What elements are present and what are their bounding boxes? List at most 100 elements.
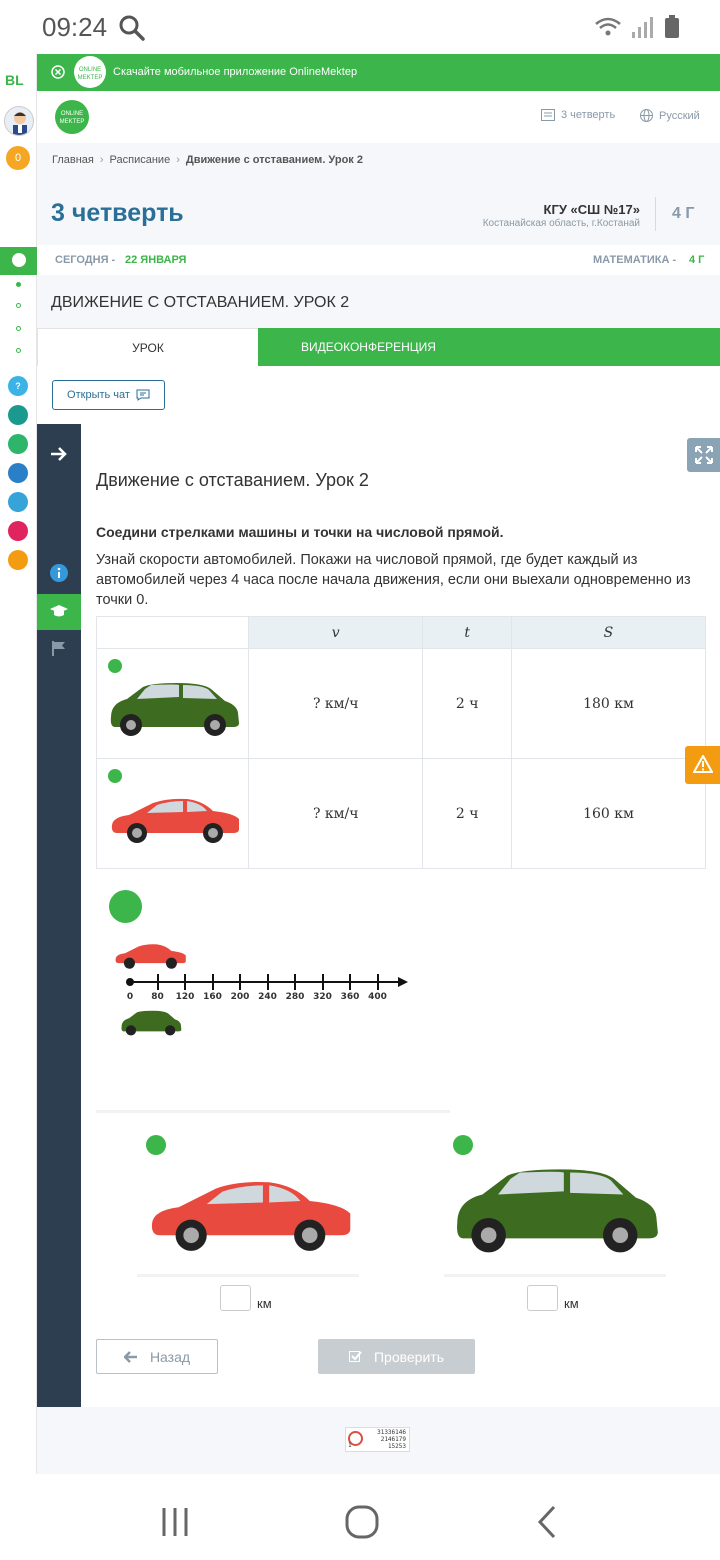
number-line-label: 280 bbox=[285, 992, 305, 1002]
number-line: 0 80 120 160 200 240 280 320 360 400 bbox=[118, 970, 408, 1006]
school-region: Костанайская область, г.Костанай bbox=[482, 218, 640, 229]
today-label: СЕГОДНЯ - bbox=[55, 254, 116, 266]
rail-app-icon[interactable] bbox=[8, 550, 28, 570]
recent-apps-icon[interactable] bbox=[160, 1506, 190, 1538]
checkbox-check-icon bbox=[348, 1351, 362, 1362]
flag-icon[interactable] bbox=[51, 640, 67, 656]
graduation-cap-icon bbox=[50, 605, 68, 617]
unit-label: км bbox=[257, 1296, 272, 1311]
lesson-tabs: УРОК ВИДЕОКОНФЕРЕНЦИЯ bbox=[37, 328, 720, 366]
number-line-label: 0 bbox=[126, 992, 134, 1002]
number-line-label: 200 bbox=[230, 992, 250, 1002]
status-bar: 09:24 bbox=[0, 0, 720, 54]
quarter-heading: 3 четверть КГУ «СШ №17» Костанайская обл… bbox=[37, 177, 720, 245]
school-name: КГУ «СШ №17» bbox=[543, 202, 640, 217]
lesson-bar: ДВИЖЕНИЕ С ОТСТАВАНИЕМ. УРОК 2 bbox=[37, 275, 720, 328]
rail-app-icon[interactable] bbox=[8, 405, 28, 425]
page-footer: 1 31336146 2146179 15253 bbox=[37, 1407, 720, 1474]
answer-red-group: км bbox=[220, 1285, 272, 1311]
rail-app-icon[interactable] bbox=[8, 434, 28, 454]
table-cell-speed: ? км/ч bbox=[247, 648, 424, 759]
report-error-button[interactable] bbox=[685, 746, 720, 784]
site-logo[interactable]: ONLINE MEKTEP bbox=[55, 100, 89, 134]
avatar[interactable] bbox=[4, 106, 34, 136]
bl-logo[interactable]: BL bbox=[5, 72, 24, 88]
bilim-land-icon bbox=[453, 1135, 473, 1155]
rail-dot[interactable] bbox=[16, 303, 21, 308]
counter-line: 2146179 bbox=[380, 1436, 406, 1443]
number-line-label: 400 bbox=[368, 992, 387, 1002]
breadcrumb-home[interactable]: Главная bbox=[52, 154, 94, 166]
number-line-tick bbox=[184, 974, 186, 990]
number-line-tick bbox=[294, 974, 296, 990]
side-active-item[interactable] bbox=[37, 594, 81, 630]
breadcrumb-schedule[interactable]: Расписание bbox=[110, 154, 171, 166]
speed-table: v t S ? км/ч 2 ч 180 км ? км/ч 2 ч 160 к… bbox=[96, 616, 707, 869]
app-rail: BL › 0 ? bbox=[0, 54, 53, 1474]
rail-app-icon[interactable] bbox=[8, 463, 28, 483]
table-row: ? км/ч 2 ч 180 км bbox=[96, 648, 707, 759]
fullscreen-button[interactable] bbox=[687, 438, 720, 472]
warning-icon bbox=[693, 755, 713, 773]
table-header-row: v t S bbox=[96, 616, 707, 649]
number-line-label: 160 bbox=[203, 992, 222, 1002]
number-line-tick bbox=[211, 974, 214, 990]
bilim-land-icon bbox=[108, 769, 122, 783]
rail-app-icon[interactable] bbox=[8, 492, 28, 512]
back-nav-icon[interactable] bbox=[536, 1504, 558, 1540]
number-line-tick bbox=[349, 974, 351, 990]
help-icon[interactable]: ? bbox=[8, 376, 28, 396]
close-icon[interactable] bbox=[51, 65, 65, 79]
lesson-side-panel bbox=[37, 424, 81, 1407]
red-car-answer-image bbox=[151, 1181, 351, 1251]
expand-icon bbox=[695, 446, 713, 464]
card-divider bbox=[444, 1274, 666, 1277]
coin-badge[interactable]: 0 bbox=[6, 146, 30, 170]
banner-logo: ONLINE MEKTEP bbox=[74, 56, 106, 88]
info-icon[interactable] bbox=[50, 564, 68, 582]
number-line-axis bbox=[129, 981, 401, 983]
rail-dot[interactable] bbox=[16, 326, 21, 331]
number-line-label: 80 bbox=[151, 992, 164, 1002]
number-line-tick bbox=[376, 974, 379, 990]
subject-grade: 4 Г bbox=[689, 254, 705, 266]
rail-dot[interactable] bbox=[16, 282, 21, 287]
chevron-right-icon: › bbox=[176, 154, 180, 166]
chat-icon bbox=[136, 389, 150, 401]
banner-text[interactable]: Скачайте мобильное приложение OnlineMekt… bbox=[113, 66, 357, 78]
tab-video[interactable]: ВИДЕОКОНФЕРЕНЦИЯ bbox=[258, 328, 720, 366]
counter-line: 31336146 bbox=[377, 1429, 406, 1436]
check-button[interactable]: Проверить bbox=[318, 1339, 475, 1374]
table-row: ? км/ч 2 ч 160 км bbox=[96, 758, 707, 869]
tab-video-label: ВИДЕОКОНФЕРЕНЦИЯ bbox=[301, 340, 436, 354]
number-line-tick bbox=[156, 974, 159, 990]
open-chat-button[interactable]: Открыть чат bbox=[52, 380, 165, 410]
tab-lesson[interactable]: УРОК bbox=[37, 328, 258, 366]
app-download-banner[interactable]: ONLINE MEKTEP Скачайте мобильное приложен… bbox=[37, 54, 720, 91]
number-line-label: 120 bbox=[175, 992, 195, 1002]
tab-lesson-label: УРОК bbox=[132, 341, 164, 355]
chevron-right-icon: › bbox=[99, 154, 104, 166]
answer-green-input[interactable] bbox=[527, 1285, 558, 1311]
answer-red-input[interactable] bbox=[220, 1285, 251, 1311]
quarter-link[interactable]: 3 четверть bbox=[541, 109, 615, 121]
signal-battery-icon bbox=[595, 15, 679, 38]
number-line-arrow bbox=[398, 977, 408, 987]
home-icon[interactable] bbox=[344, 1504, 380, 1540]
table-cell-time: 2 ч bbox=[422, 648, 512, 759]
arrow-right-icon[interactable] bbox=[49, 445, 69, 463]
rail-active-course[interactable] bbox=[0, 247, 37, 275]
language-selector[interactable]: Русский bbox=[640, 109, 700, 122]
rail-app-icon[interactable] bbox=[8, 521, 28, 541]
number-line-origin bbox=[126, 978, 134, 986]
answer-green-group: км bbox=[527, 1285, 579, 1311]
breadcrumb-current: Движение с отставанием. Урок 2 bbox=[185, 154, 363, 166]
number-line-tick bbox=[321, 974, 324, 990]
back-button[interactable]: Назад bbox=[96, 1339, 218, 1374]
table-header: t bbox=[422, 616, 512, 649]
bilim-land-icon bbox=[109, 890, 142, 923]
number-line-tick bbox=[266, 974, 269, 990]
divider bbox=[655, 197, 656, 231]
rail-dot[interactable] bbox=[16, 348, 21, 353]
lesson-title: ДВИЖЕНИЕ С ОТСТАВАНИЕМ. УРОК 2 bbox=[51, 294, 350, 311]
